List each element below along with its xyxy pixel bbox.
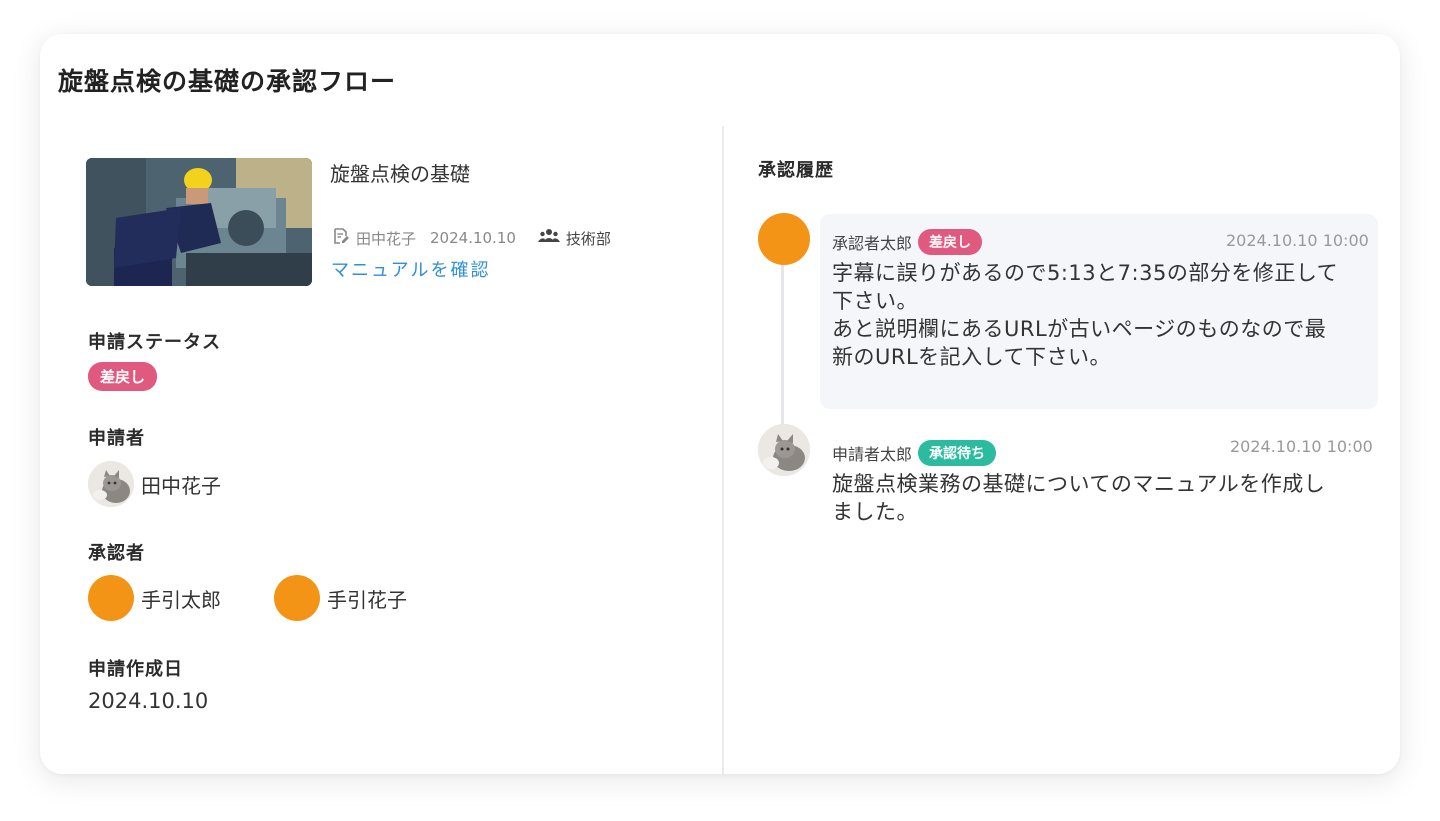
history-comment: 字幕に誤りがあるので5:13と7:35の部分を修正して 下さい。 あと説明欄にあ…	[832, 259, 1338, 371]
status-badge: 差戻し	[88, 362, 158, 391]
approval-flow-card: 旋盤点検の基礎の承認フロー 旋盤点検の基礎 田中花子 2024.10.10 技術…	[40, 34, 1400, 774]
manual-department: 技術部	[565, 229, 611, 248]
history-time: 2024.10.10 10:00	[1226, 231, 1369, 250]
panel-divider	[722, 126, 724, 774]
manual-title: 旋盤点検の基礎	[330, 162, 470, 186]
manual-date: 2024.10.10	[430, 229, 516, 247]
status-badge: 承認待ち	[918, 440, 997, 466]
history-author: 承認者太郎	[832, 234, 913, 253]
created-date-value: 2024.10.10	[88, 689, 209, 713]
avatar	[274, 575, 320, 621]
approver-item[interactable]: 手引花子	[274, 575, 407, 621]
comment-line: 新のURLを記入して下さい。	[832, 345, 1112, 369]
group-icon	[537, 228, 560, 248]
applicant[interactable]: 田中花子	[88, 461, 221, 507]
approver-name: 手引太郎	[141, 587, 221, 612]
manual-meta: 田中花子 2024.10.10 技術部	[332, 227, 611, 249]
manual-thumbnail[interactable]	[86, 158, 312, 286]
history-title: 承認履歴	[758, 160, 834, 181]
history-author: 申請者太郎	[832, 445, 913, 464]
comment-line: 旋盤点検業務の基礎についてのマニュアルを作成し	[832, 472, 1326, 496]
approver-name: 手引花子	[327, 587, 407, 612]
comment-line: 字幕に誤りがあるので5:13と7:35の部分を修正して	[832, 261, 1339, 285]
history-entry-header: 承認者太郎 差戻し	[832, 229, 983, 255]
timeline-connector	[781, 264, 784, 424]
approver-item[interactable]: 手引太郎	[88, 575, 221, 621]
status-badge: 差戻し	[918, 229, 983, 255]
created-date-label: 申請作成日	[88, 659, 183, 680]
avatar	[88, 575, 134, 621]
comment-line: あと説明欄にあるURLが古いページのものなので最	[832, 317, 1327, 341]
applicant-name: 田中花子	[141, 473, 221, 498]
approvers-label: 承認者	[88, 543, 145, 564]
avatar	[758, 213, 810, 265]
comment-line: ました。	[832, 500, 918, 524]
view-manual-link[interactable]: マニュアルを確認	[331, 256, 490, 282]
document-edit-icon	[332, 227, 350, 249]
avatar	[88, 461, 134, 507]
comment-line: 下さい。	[832, 289, 918, 313]
page-title: 旋盤点検の基礎の承認フロー	[58, 67, 397, 96]
applicant-label: 申請者	[88, 428, 145, 449]
avatar	[758, 424, 810, 476]
status-label: 申請ステータス	[88, 332, 221, 353]
history-entry-header: 申請者太郎 承認待ち	[832, 440, 997, 466]
manual-author: 田中花子	[356, 229, 417, 248]
history-time: 2024.10.10 10:00	[1230, 437, 1373, 456]
history-comment: 旋盤点検業務の基礎についてのマニュアルを作成し ました。	[832, 470, 1325, 526]
